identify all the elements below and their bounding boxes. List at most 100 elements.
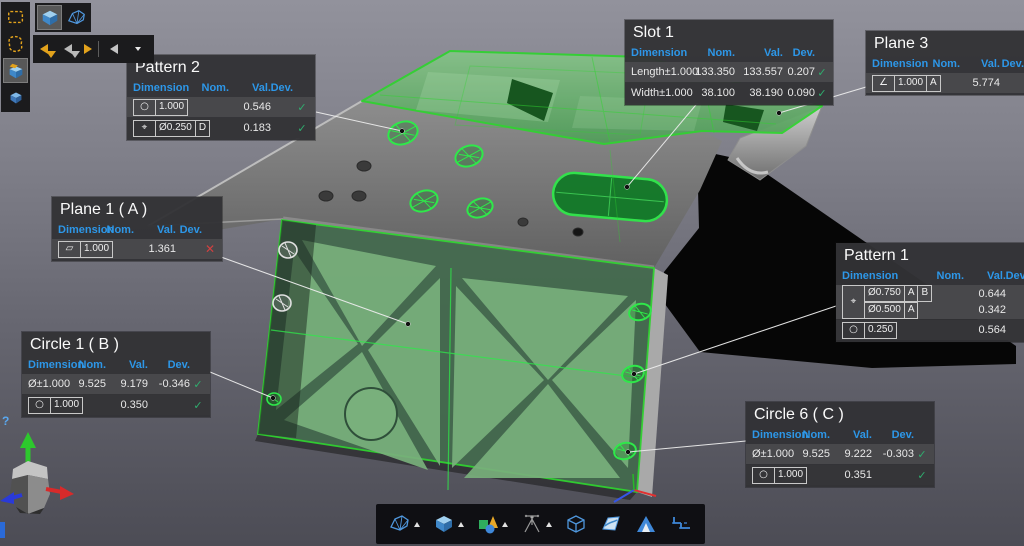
small-cube-icon xyxy=(6,88,26,108)
nominal-value: 38.100 xyxy=(701,87,735,99)
column-header: Val. xyxy=(981,58,1000,70)
callout-slot-1[interactable]: Slot 1DimensionNom.Val.Dev.Length±1.0001… xyxy=(625,20,833,105)
cad-model-tools-button[interactable] xyxy=(430,508,467,540)
cross-section-button[interactable] xyxy=(667,508,695,540)
measurement-row[interactable]: Ø±1.0009.5259.222-0.303✓ xyxy=(746,444,934,464)
measured-values: 0.6440.342 xyxy=(978,286,1006,318)
measured-value: 0.342 xyxy=(978,302,1006,318)
view-mode-toolbar xyxy=(35,3,91,32)
measured-value: 9.179 xyxy=(120,378,148,390)
selection-toolbar xyxy=(1,2,30,112)
slot-feature[interactable] xyxy=(551,171,668,223)
rotate-arrows-orange-icon xyxy=(40,44,58,54)
callout-circle-6[interactable]: Circle 6 ( C )DimensionNom.Val.Dev.Ø±1.0… xyxy=(746,402,934,487)
application-window: ? Pattern 2DimensionNom.Val.Dev.○1.0000.… xyxy=(0,0,1024,546)
solid-box-icon xyxy=(40,8,60,28)
tolerance-box: 1.000 xyxy=(50,397,83,414)
dimension-label: Length±1.000 xyxy=(631,66,689,78)
help-glyph[interactable]: ? xyxy=(2,414,9,428)
rotate-view-button[interactable] xyxy=(62,38,94,61)
y-axis-arrow[interactable] xyxy=(20,432,36,448)
tolerance-box: A xyxy=(904,302,919,319)
x-axis-arrow[interactable] xyxy=(60,486,74,500)
measurement-row[interactable]: ▱1.0001.361✕ xyxy=(52,239,222,259)
measurement-row[interactable]: ○1.0000.350✓ xyxy=(22,395,210,415)
volumetric-selection-button[interactable] xyxy=(3,58,28,83)
position-symbol-icon: ⌖ xyxy=(842,285,865,319)
feature-control-frame: ○1.000 xyxy=(133,99,197,116)
callout-pattern-1[interactable]: Pattern 1DimensionNom.Val.Dev.⌖Ø0.750ABØ… xyxy=(836,243,1024,342)
flatness-symbol-icon: ▱ xyxy=(58,241,81,258)
z-axis-arrow[interactable] xyxy=(0,492,14,504)
bottom-toolbar xyxy=(376,504,705,544)
measurement-row[interactable]: ∠1.000A5.774 xyxy=(866,73,1024,93)
bounding-cube-icon xyxy=(565,513,587,535)
pass-icon: ✓ xyxy=(917,469,926,482)
surface-compare-button[interactable] xyxy=(597,508,625,540)
tripod-icon xyxy=(521,513,543,535)
bounding-box-button[interactable] xyxy=(562,508,590,540)
callout-title: Plane 1 ( A ) xyxy=(52,197,222,221)
tolerance-box: 1.000 xyxy=(155,99,188,116)
callout-plane-1[interactable]: Plane 1 ( A )DimensionNom.Val.Dev.▱1.000… xyxy=(52,197,222,261)
primitives-tools-button[interactable] xyxy=(474,508,511,540)
callout-plane-3[interactable]: Plane 3DimensionNom.Val.Dev.∠1.000A5.774 xyxy=(866,31,1024,95)
dropdown-caret-icon xyxy=(414,522,420,527)
measurement-row[interactable]: ○1.0000.546✓ xyxy=(127,97,315,117)
callout-circle-1[interactable]: Circle 1 ( B )DimensionNom.Val.Dev.Ø±1.0… xyxy=(22,332,210,417)
callout-title: Plane 3 xyxy=(866,31,1024,55)
callout-header-row: DimensionNom.Val.Dev. xyxy=(866,55,1024,72)
measurement-row[interactable]: ⌖Ø0.250D0.183✓ xyxy=(127,118,315,138)
measurement-row[interactable]: Width±1.00038.10038.1900.090✓ xyxy=(625,83,833,103)
deviation-map-icon xyxy=(635,513,657,535)
surface-icon xyxy=(600,513,622,535)
measurement-row[interactable]: Ø±1.0009.5259.179-0.346✓ xyxy=(22,374,210,394)
selection-extra-button[interactable] xyxy=(3,85,28,110)
column-header: Dimension xyxy=(752,429,808,441)
column-header: Dimension xyxy=(28,359,84,371)
mesh-tools-button[interactable] xyxy=(386,508,423,540)
measured-value: 133.557 xyxy=(743,66,783,78)
tolerance-box: B xyxy=(917,285,932,302)
callout-title: Pattern 1 xyxy=(836,243,1024,267)
surface-view-button[interactable] xyxy=(37,5,62,30)
column-header: Nom. xyxy=(79,359,107,371)
fcf-line: Ø0.750AB xyxy=(865,285,932,302)
measured-value: 0.351 xyxy=(844,469,872,481)
column-header: Dimension xyxy=(631,47,687,59)
nominal-value: 133.350 xyxy=(695,66,735,78)
callout-pattern-2[interactable]: Pattern 2DimensionNom.Val.Dev.○1.0000.54… xyxy=(127,55,315,140)
column-header: Nom. xyxy=(803,429,831,441)
rectangle-select-icon xyxy=(6,7,26,27)
measurement-row[interactable]: ○0.2500.564✕ xyxy=(836,320,1024,340)
position-symbol-icon: ⌖ xyxy=(133,120,156,137)
deviation-map-button[interactable] xyxy=(632,508,660,540)
measurement-row[interactable]: ⌖Ø0.750ABØ0.500A0.6440.342✓ xyxy=(836,285,1024,319)
angularity-symbol-icon: ∠ xyxy=(872,75,895,92)
device-position-button[interactable] xyxy=(518,508,555,540)
tolerance-box: Ø0.750 xyxy=(864,285,905,302)
wireframe-view-button[interactable] xyxy=(64,5,89,30)
freeform-selection-button[interactable] xyxy=(3,31,28,56)
tolerance-box: Ø0.250 xyxy=(155,120,196,137)
column-header: Nom. xyxy=(708,47,736,59)
rotate-view-left-button[interactable] xyxy=(38,38,60,61)
measured-value: 9.222 xyxy=(844,448,872,460)
measurement-row[interactable]: Length±1.000133.350133.5570.207✓ xyxy=(625,62,833,82)
leader-target-dot xyxy=(400,129,405,134)
previous-view-button[interactable] xyxy=(103,38,125,61)
views-dropdown-button[interactable] xyxy=(127,38,149,61)
rectangle-selection-button[interactable] xyxy=(3,4,28,29)
freeform-select-icon xyxy=(6,34,26,54)
pass-icon: ✓ xyxy=(297,122,306,135)
nav-cube[interactable] xyxy=(0,432,74,514)
measurement-row[interactable]: ○1.0000.351✓ xyxy=(746,465,934,485)
circularity-symbol-icon: ○ xyxy=(28,397,51,414)
leader-target-dot xyxy=(625,185,630,190)
leader-target-dot xyxy=(777,111,782,116)
measured-value: 1.361 xyxy=(148,243,176,255)
leader-target-dot xyxy=(271,396,276,401)
callout-header-row: DimensionNom.Val.Dev. xyxy=(52,221,222,238)
front-plane-highlight[interactable] xyxy=(258,220,654,492)
feature-control-frame: ○0.250 xyxy=(842,322,928,339)
